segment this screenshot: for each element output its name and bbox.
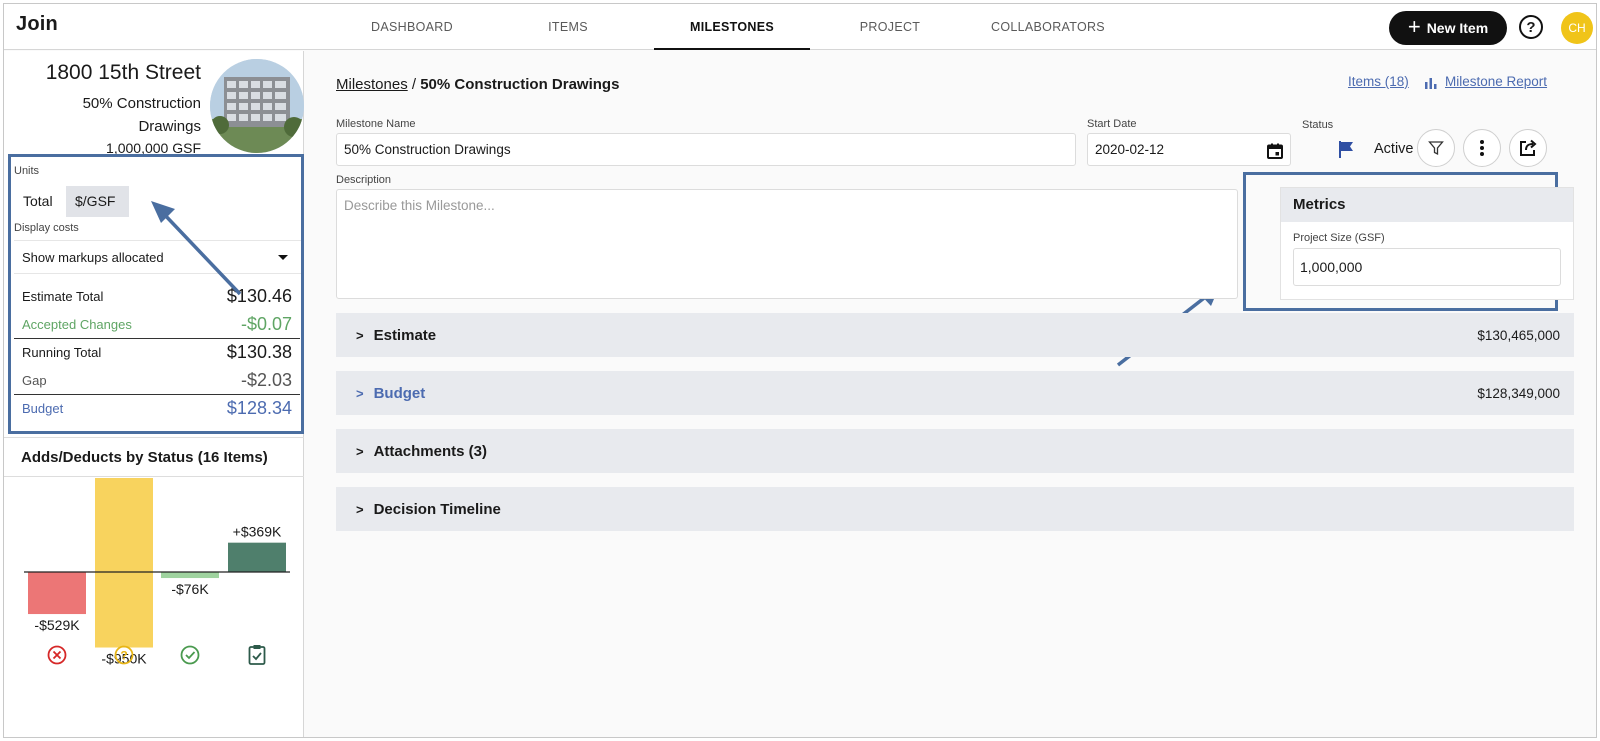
milestone-name-label: Milestone Name — [336, 118, 416, 130]
share-icon — [1520, 139, 1537, 156]
section-label: Budget — [373, 384, 426, 402]
start-date-input[interactable]: 2020-02-12 — [1087, 133, 1291, 166]
estimate-section[interactable]: > Estimate $130,465,000 — [336, 313, 1574, 357]
bar-chart-icon — [1425, 78, 1437, 89]
filter-icon — [1428, 141, 1444, 156]
metrics-panel: Metrics Project Size (GSF) 1,000,000 — [1280, 187, 1574, 300]
budget-section[interactable]: > Budget $128,349,000 — [336, 371, 1574, 415]
status-value[interactable]: Active — [1374, 141, 1414, 157]
milestone-report-link[interactable]: Milestone Report — [1445, 74, 1547, 89]
project-size-input[interactable]: 1,000,000 — [1293, 248, 1561, 286]
decision-timeline-section[interactable]: > Decision Timeline — [336, 487, 1574, 531]
section-label: Decision Timeline — [373, 500, 501, 518]
attachments-section[interactable]: > Attachments (3) — [336, 429, 1574, 473]
breadcrumb: Milestones / 50% Construction Drawings — [336, 76, 619, 93]
more-options-button[interactable] — [1463, 129, 1501, 167]
metrics-title: Metrics — [1281, 188, 1573, 222]
section-amount: $130,465,000 — [1477, 327, 1560, 343]
app-window: Join DASHBOARD ITEMS MILESTONES PROJECT … — [3, 3, 1597, 738]
breadcrumb-milestones-link[interactable]: Milestones — [336, 76, 408, 93]
flag-icon — [1339, 141, 1353, 158]
section-label: Estimate — [373, 326, 437, 344]
section-amount: $128,349,000 — [1477, 385, 1560, 401]
chevron-right-icon: > — [356, 443, 364, 459]
milestone-name-input[interactable]: 50% Construction Drawings — [336, 133, 1076, 166]
breadcrumb-current: 50% Construction Drawings — [420, 76, 620, 93]
status-label: Status — [1302, 119, 1334, 131]
start-date-value: 2020-02-12 — [1095, 142, 1165, 157]
description-textarea[interactable]: Describe this Milestone... — [336, 189, 1238, 299]
filter-button[interactable] — [1417, 129, 1455, 167]
units-arrow-line — [160, 210, 242, 296]
chevron-right-icon: > — [356, 327, 364, 343]
share-button[interactable] — [1509, 129, 1547, 167]
chevron-right-icon: > — [356, 385, 364, 401]
project-size-label: Project Size (GSF) — [1293, 232, 1385, 244]
items-link[interactable]: Items (18) — [1348, 74, 1409, 89]
breadcrumb-separator: / — [411, 76, 417, 93]
chevron-right-icon: > — [356, 501, 364, 517]
calendar-icon[interactable] — [1267, 143, 1283, 159]
section-label: Attachments (3) — [373, 442, 487, 460]
description-label: Description — [336, 174, 392, 186]
more-vertical-icon — [1480, 140, 1484, 156]
start-date-label: Start Date — [1087, 118, 1137, 130]
